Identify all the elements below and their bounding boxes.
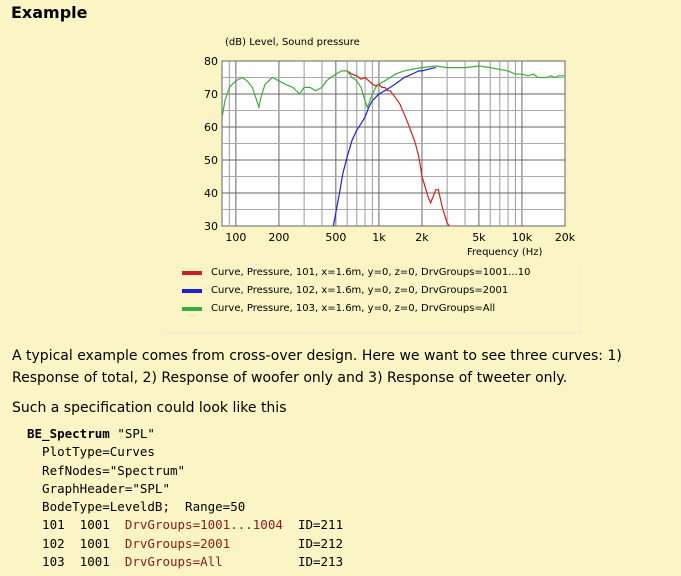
y-tick-label: 40: [204, 187, 218, 200]
x-tick-label: 2k: [415, 231, 429, 244]
code-line: GraphHeader="SPL": [27, 480, 170, 496]
legend-label: Curve, Pressure, 102, x=1.6m, y=0, z=0, …: [211, 285, 509, 296]
y-tick-label: 60: [204, 121, 218, 134]
chart-title: (dB) Level, Sound pressure: [225, 37, 360, 48]
x-tick-label: 1k: [372, 231, 386, 244]
spec-paragraph: Such a specification could look like thi…: [12, 400, 287, 416]
intro-paragraph: A typical example comes from cross-over …: [12, 348, 622, 386]
y-tick-label: 80: [204, 55, 218, 68]
x-tick-label: 5k: [472, 231, 486, 244]
legend-item-101: Curve, Pressure, 101, x=1.6m, y=0, z=0, …: [182, 267, 531, 278]
x-tick-label: 20k: [555, 231, 576, 244]
legend-item-102: Curve, Pressure, 102, x=1.6m, y=0, z=0, …: [182, 285, 508, 296]
y-tick-label: 30: [204, 220, 218, 233]
legend-swatch-blue: [182, 288, 202, 293]
legend-label: Curve, Pressure, 101, x=1.6m, y=0, z=0, …: [211, 267, 531, 278]
y-tick-label: 50: [204, 154, 218, 167]
chart-legend: Curve, Pressure, 101, x=1.6m, y=0, z=0, …: [165, 263, 581, 333]
code-row: 101 1001 DrvGroups=1001...1004 ID=211: [27, 517, 344, 533]
example-heading: Example: [11, 3, 88, 22]
x-tick-label: 100: [225, 231, 246, 244]
code-row: 103 1001 DrvGroups=All ID=213: [27, 554, 344, 570]
x-axis-label: Frequency (Hz): [467, 247, 543, 258]
code-block: BE_Spectrum "SPL" PlotType=Curves RefNod…: [27, 425, 343, 571]
code-keyword: BE_Spectrum: [27, 426, 110, 441]
code-name: "SPL": [109, 426, 155, 441]
x-tick-label: 10k: [512, 231, 533, 244]
x-tick-label: 200: [268, 231, 289, 244]
code-line: PlotType=Curves: [27, 444, 155, 460]
code-line: BodeType=LeveldB; Range=50: [27, 499, 246, 515]
spl-chart: (dB) Level, Sound pressure 100 200 500 1k 2k…: [204, 37, 576, 258]
x-tick-label: 500: [325, 231, 346, 244]
y-tick-label: 70: [204, 88, 218, 101]
code-row: 102 1001 DrvGroups=2001 ID=212: [27, 535, 344, 551]
legend-swatch-green: [182, 306, 202, 311]
legend-swatch-red: [182, 270, 202, 275]
code-line: RefNodes="Spectrum": [27, 462, 186, 478]
legend-item-103: Curve, Pressure, 103, x=1.6m, y=0, z=0, …: [182, 303, 495, 314]
legend-label: Curve, Pressure, 103, x=1.6m, y=0, z=0, …: [211, 303, 496, 314]
